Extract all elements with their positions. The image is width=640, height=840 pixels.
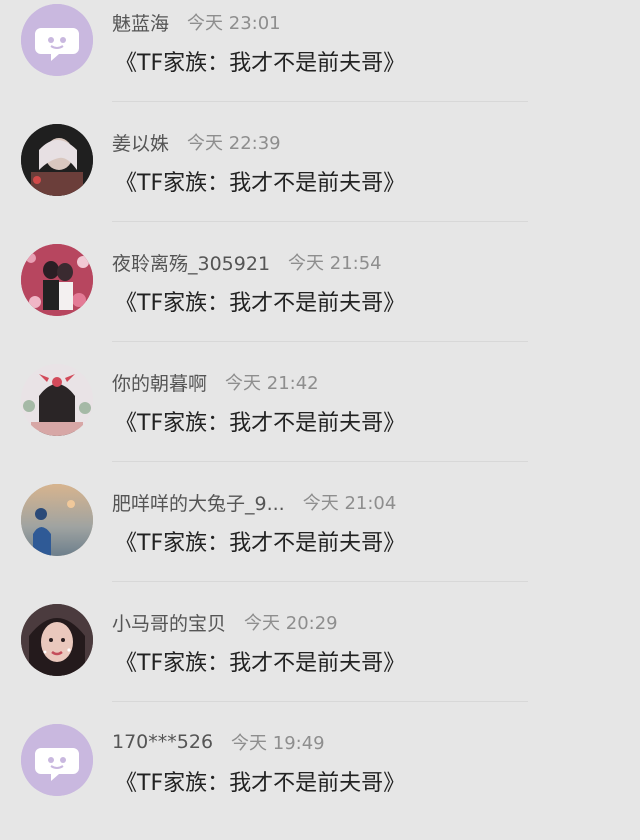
comment-item[interactable]: 魅蓝海 今天 23:01 《TF家族：我才不是前夫哥》 (0, 0, 640, 120)
timestamp: 今天 21:42 (225, 373, 319, 394)
user-photo-avatar-icon[interactable] (21, 484, 93, 556)
comment-item[interactable]: 肥咩咩的大兔子_9... 今天 21:04 《TF家族：我才不是前夫哥》 (0, 480, 640, 600)
comment-item[interactable]: 夜聆离殇_305921 今天 21:54 《TF家族：我才不是前夫哥》 (0, 240, 640, 360)
timestamp: 今天 21:54 (288, 253, 382, 274)
comment-meta: 你的朝暮啊 今天 21:42 (112, 367, 319, 397)
divider (112, 221, 528, 222)
divider (112, 461, 528, 462)
comment-text: 《TF家族：我才不是前夫哥》 (115, 291, 406, 316)
username[interactable]: 魅蓝海 (112, 9, 169, 36)
user-photo-avatar-icon[interactable] (21, 604, 93, 676)
comment-text: 《TF家族：我才不是前夫哥》 (115, 771, 406, 796)
comment-meta: 夜聆离殇_305921 今天 21:54 (112, 247, 382, 277)
comment-meta: 小马哥的宝贝 今天 20:29 (112, 607, 338, 637)
username[interactable]: 姜以姝 (112, 129, 169, 156)
divider (112, 701, 528, 702)
default-chat-avatar-icon[interactable] (21, 724, 93, 796)
comment-text: 《TF家族：我才不是前夫哥》 (115, 531, 406, 556)
user-photo-avatar-icon[interactable] (21, 124, 93, 196)
comment-item[interactable]: 170***526 今天 19:49 《TF家族：我才不是前夫哥》 (0, 720, 640, 840)
divider (112, 581, 528, 582)
comment-text: 《TF家族：我才不是前夫哥》 (115, 651, 406, 676)
comment-text: 《TF家族：我才不是前夫哥》 (115, 411, 406, 436)
divider (112, 341, 528, 342)
comment-list: 魅蓝海 今天 23:01 《TF家族：我才不是前夫哥》 姜以姝 今天 22:39… (0, 0, 640, 805)
username[interactable]: 肥咩咩的大兔子_9... (112, 489, 285, 516)
timestamp: 今天 20:29 (244, 613, 338, 634)
user-photo-avatar-icon[interactable] (21, 244, 93, 316)
comment-meta: 姜以姝 今天 22:39 (112, 127, 281, 157)
timestamp: 今天 22:39 (187, 133, 281, 154)
username[interactable]: 夜聆离殇_305921 (112, 249, 270, 276)
comment-meta: 魅蓝海 今天 23:01 (112, 7, 281, 37)
comment-text: 《TF家族：我才不是前夫哥》 (115, 51, 406, 76)
user-illustration-avatar-icon[interactable] (21, 364, 93, 436)
comment-text: 《TF家族：我才不是前夫哥》 (115, 171, 406, 196)
comment-item[interactable]: 姜以姝 今天 22:39 《TF家族：我才不是前夫哥》 (0, 120, 640, 240)
comment-item[interactable]: 你的朝暮啊 今天 21:42 《TF家族：我才不是前夫哥》 (0, 360, 640, 480)
comment-item[interactable]: 小马哥的宝贝 今天 20:29 《TF家族：我才不是前夫哥》 (0, 600, 640, 720)
divider (112, 101, 528, 102)
username[interactable]: 170***526 (112, 731, 213, 753)
comment-meta: 170***526 今天 19:49 (112, 727, 325, 757)
timestamp: 今天 23:01 (187, 13, 281, 34)
username[interactable]: 小马哥的宝贝 (112, 609, 226, 636)
username[interactable]: 你的朝暮啊 (112, 369, 207, 396)
timestamp: 今天 19:49 (231, 733, 325, 754)
timestamp: 今天 21:04 (302, 493, 397, 514)
default-chat-avatar-icon[interactable] (21, 4, 93, 76)
comment-meta: 肥咩咩的大兔子_9... 今天 21:04 (112, 487, 396, 517)
